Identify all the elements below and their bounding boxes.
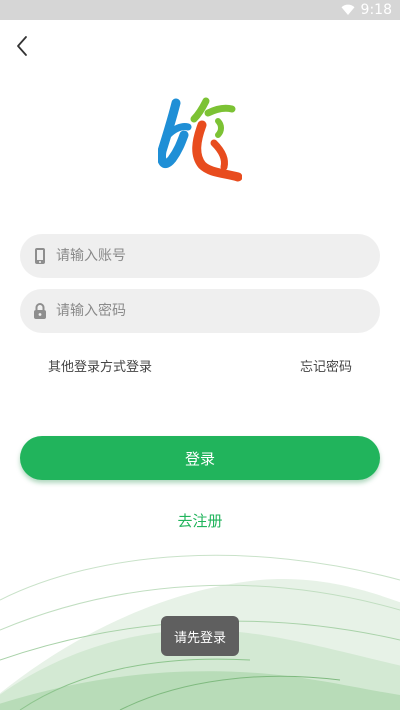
account-input[interactable]	[54, 233, 380, 279]
wifi-icon	[341, 4, 355, 16]
other-login-link[interactable]: 其他登录方式登录	[48, 356, 152, 375]
background-waves	[0, 554, 400, 710]
password-input[interactable]	[54, 288, 380, 334]
lock-icon	[30, 302, 50, 320]
account-field[interactable]	[20, 233, 380, 279]
forgot-password-link[interactable]: 忘记密码	[300, 356, 352, 375]
toast-message: 请先登录	[161, 616, 239, 656]
status-bar-right: 9:18	[341, 0, 392, 20]
password-field[interactable]	[20, 288, 380, 334]
chevron-left-icon	[15, 35, 29, 61]
status-time: 9:18	[360, 2, 392, 18]
app-logo	[157, 95, 243, 185]
phone-icon	[30, 247, 50, 265]
login-button[interactable]: 登录	[20, 436, 380, 480]
travel-logo-icon	[157, 97, 243, 189]
back-button[interactable]	[8, 32, 36, 64]
login-button-label: 登录	[184, 449, 215, 468]
toast-text: 请先登录	[173, 630, 226, 646]
status-bar: 9:18	[0, 0, 400, 20]
